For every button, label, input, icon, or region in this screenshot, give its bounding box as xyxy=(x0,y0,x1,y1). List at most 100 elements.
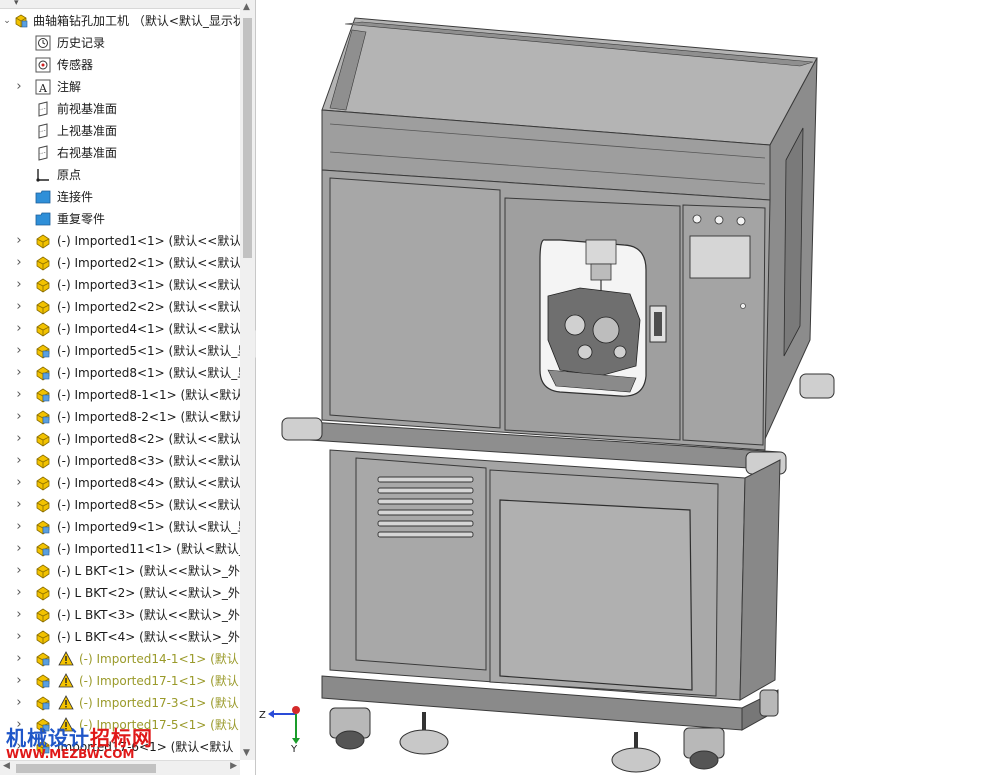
tree-item[interactable]: 传感器 xyxy=(0,54,240,76)
expand-arrow-icon[interactable]: › xyxy=(14,560,24,582)
assembly-icon xyxy=(36,542,50,557)
triad-y-label: Y xyxy=(290,744,298,754)
tree-vertical-scrollbar[interactable]: ▲ ▼ xyxy=(240,0,255,760)
expand-arrow-icon[interactable]: › xyxy=(14,274,24,296)
tree-item[interactable]: 重复零件 xyxy=(0,208,240,230)
tree-item[interactable]: › (-) Imported8<5> (默认<<默认> xyxy=(0,494,240,516)
tree-item[interactable]: › (-) Imported8-1<1> (默认<默认 xyxy=(0,384,240,406)
sensor-icon xyxy=(35,57,51,73)
tree-item[interactable]: 上视基准面 xyxy=(0,120,240,142)
tree-item-label: (-) Imported3<1> (默认<<默认> xyxy=(57,278,240,292)
warning-icon xyxy=(58,651,74,666)
expand-arrow-icon[interactable]: › xyxy=(14,340,24,362)
tree-item[interactable]: › (-) L BKT<1> (默认<<默认>_外观 xyxy=(0,560,240,582)
expand-arrow-icon[interactable]: › xyxy=(14,406,24,428)
tree-item[interactable]: 历史记录 xyxy=(0,32,240,54)
expand-arrow-icon[interactable]: › xyxy=(14,626,24,648)
scroll-left-icon[interactable]: ◀ xyxy=(3,761,10,771)
expand-arrow-icon[interactable]: › xyxy=(14,252,24,274)
part-icon xyxy=(36,432,50,447)
expand-arrow-icon[interactable]: › xyxy=(14,692,24,714)
part-icon xyxy=(36,234,50,249)
expand-arrow-icon[interactable]: › xyxy=(14,538,24,560)
expand-arrow-icon[interactable]: › xyxy=(14,604,24,626)
tree-item-label: 上视基准面 xyxy=(57,124,118,138)
tree-filter-icon[interactable]: ▾ xyxy=(14,0,19,8)
tree-item[interactable]: › (-) Imported8<3> (默认<<默认> xyxy=(0,450,240,472)
tree-item-label: (-) Imported5<1> (默认<默认_显 xyxy=(57,344,240,358)
plane-icon xyxy=(38,145,48,161)
tree-item[interactable]: › (-) Imported8<2> (默认<<默认> xyxy=(0,428,240,450)
hscrollbar-thumb[interactable] xyxy=(16,764,156,773)
tree-item[interactable]: › (-) Imported17-3<1> (默认< xyxy=(0,692,240,714)
tree-item[interactable]: › (-) Imported17-1<1> (默认< xyxy=(0,670,240,692)
scroll-up-icon[interactable]: ▲ xyxy=(243,2,250,12)
history-icon xyxy=(35,35,51,51)
tree-item[interactable]: 原点 xyxy=(0,164,240,186)
tree-item[interactable]: › (-) Imported2<2> (默认<<默认> xyxy=(0,296,240,318)
expand-arrow-icon[interactable]: › xyxy=(14,670,24,692)
assembly-icon xyxy=(36,410,50,425)
tree-item[interactable]: › (-) Imported11<1> (默认<默认_ xyxy=(0,538,240,560)
assembly-icon xyxy=(36,520,50,535)
tree-item[interactable]: › (-) Imported8<4> (默认<<默认> xyxy=(0,472,240,494)
folder-icon xyxy=(35,190,51,204)
part-icon xyxy=(36,256,50,271)
annotation-icon: A xyxy=(35,79,51,95)
scroll-right-icon[interactable]: ▶ xyxy=(230,761,237,771)
tree-item-label: 前视基准面 xyxy=(57,102,118,116)
tree-item[interactable]: › (-) L BKT<4> (默认<<默认>_外观 xyxy=(0,626,240,648)
expand-arrow-icon[interactable]: › xyxy=(14,296,24,318)
machine-model-3d[interactable] xyxy=(256,0,987,775)
tree-header-strip: ▾ xyxy=(0,0,240,9)
assembly-icon xyxy=(36,344,50,359)
tree-root-label: 曲轴箱钻孔加工机 （默认<默认_显示状 xyxy=(33,14,240,28)
tree-item[interactable]: › (-) L BKT<3> (默认<<默认>_外观 xyxy=(0,604,240,626)
assembly-icon xyxy=(36,674,50,689)
tree-item[interactable]: › (-) Imported2<1> (默认<<默认> xyxy=(0,252,240,274)
tree-item[interactable]: 前视基准面 xyxy=(0,98,240,120)
tree-item[interactable]: › (-) Imported3<1> (默认<<默认> xyxy=(0,274,240,296)
tree-item[interactable]: › (-) Imported4<1> (默认<<默认> xyxy=(0,318,240,340)
expand-arrow-icon[interactable]: › xyxy=(14,428,24,450)
expand-arrow-icon[interactable]: › xyxy=(14,516,24,538)
tree-item-label: (-) Imported9<1> (默认<默认_显 xyxy=(57,520,240,534)
tree-item[interactable]: › (-) Imported14-1<1> (默认< xyxy=(0,648,240,670)
tree-item-label: (-) Imported17-1<1> (默认< xyxy=(79,674,240,688)
tree-item[interactable]: 右视基准面 xyxy=(0,142,240,164)
tree-item-label: (-) L BKT<2> (默认<<默认>_外观 xyxy=(57,586,240,600)
tree-item[interactable]: › (-) Imported8<1> (默认<默认_显 xyxy=(0,362,240,384)
expand-arrow-icon[interactable]: › xyxy=(14,76,24,98)
expand-arrow-icon[interactable]: › xyxy=(14,648,24,670)
tree-item[interactable]: › (-) L BKT<2> (默认<<默认>_外观 xyxy=(0,582,240,604)
expand-arrow-icon[interactable]: › xyxy=(14,472,24,494)
feature-tree-panel: ▾ ⌄ 曲轴箱钻孔加工机 （默认<默认_显示状 历史记录 传感器 › A 注解 前视基准面… xyxy=(0,0,256,775)
expand-arrow-icon[interactable]: › xyxy=(14,362,24,384)
tree-item[interactable]: › A 注解 xyxy=(0,76,240,98)
tree-item-label: (-) L BKT<4> (默认<<默认>_外观 xyxy=(57,630,240,644)
scrollbar-thumb[interactable] xyxy=(243,18,252,258)
tree-item[interactable]: › (-) Imported5<1> (默认<默认_显 xyxy=(0,340,240,362)
tree-item-label: 历史记录 xyxy=(57,36,106,50)
tree-item[interactable]: › (-) Imported1<1> (默认<<默认> xyxy=(0,230,240,252)
tree-root[interactable]: ⌄ 曲轴箱钻孔加工机 （默认<默认_显示状 xyxy=(0,10,240,32)
expand-arrow-icon[interactable]: › xyxy=(14,582,24,604)
assembly-icon xyxy=(36,366,50,381)
expand-arrow-icon[interactable]: › xyxy=(14,450,24,472)
watermark: 机械设计招标网 WWW.MEZBW.COM xyxy=(6,722,153,761)
expand-arrow-icon[interactable]: › xyxy=(14,494,24,516)
graphics-viewport[interactable] xyxy=(256,0,987,775)
tree-horizontal-scrollbar[interactable]: ◀ ▶ xyxy=(0,760,240,775)
tree-item[interactable]: › (-) Imported9<1> (默认<默认_显 xyxy=(0,516,240,538)
collapse-icon[interactable]: ⌄ xyxy=(2,10,12,32)
tree-item-label: (-) Imported17-3<1> (默认< xyxy=(79,696,240,710)
expand-arrow-icon[interactable]: › xyxy=(14,384,24,406)
expand-arrow-icon[interactable]: › xyxy=(14,318,24,340)
part-icon xyxy=(36,454,50,469)
expand-arrow-icon[interactable]: › xyxy=(14,230,24,252)
scroll-down-icon[interactable]: ▼ xyxy=(243,748,250,758)
tree-item-label: (-) Imported8-1<1> (默认<默认 xyxy=(57,388,240,402)
tree-item[interactable]: 连接件 xyxy=(0,186,240,208)
tree-item-label: (-) Imported8<1> (默认<默认_显 xyxy=(57,366,240,380)
tree-item[interactable]: › (-) Imported8-2<1> (默认<默认 xyxy=(0,406,240,428)
